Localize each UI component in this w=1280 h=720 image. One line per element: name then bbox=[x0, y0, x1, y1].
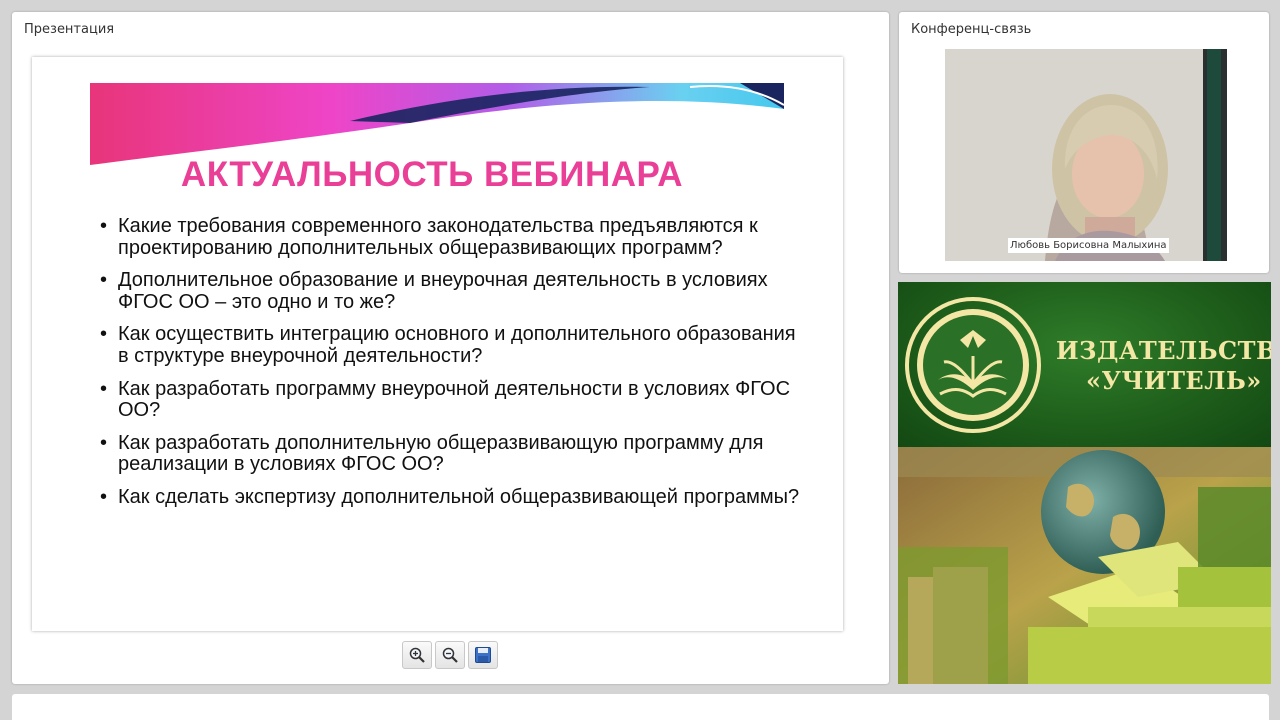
publisher-name-line-1: ИЗДАТЕЛЬСТВО bbox=[1056, 336, 1271, 365]
bullet-dot-icon: • bbox=[100, 485, 108, 508]
zoom-out-icon bbox=[442, 647, 458, 663]
presentation-panel-title: Презентация bbox=[24, 22, 115, 37]
presentation-toolbar bbox=[402, 641, 498, 671]
publisher-logo-icon bbox=[905, 297, 1041, 433]
slide-bullet: • Дополнительное образование и внеурочная… bbox=[100, 269, 800, 313]
publisher-banner-top: ИЗДАТЕЛЬСТВО «УЧИТЕЛЬ» bbox=[898, 282, 1271, 447]
bullet-dot-icon: • bbox=[100, 431, 108, 454]
publisher-banner: ИЗДАТЕЛЬСТВО «УЧИТЕЛЬ» bbox=[898, 282, 1271, 684]
slide-bullet-text: Какие требования современного законодате… bbox=[118, 215, 758, 259]
publisher-banner-image bbox=[898, 447, 1271, 684]
slide-bullet-text: Как разработать программу внеурочной дея… bbox=[118, 377, 791, 422]
save-icon bbox=[475, 647, 491, 663]
presentation-slide: АКТУАЛЬНОСТЬ ВЕБИНАРА • Какие требования … bbox=[32, 57, 843, 631]
conference-panel-title: Конференц-связь bbox=[911, 22, 1032, 37]
slide-banner-graphic bbox=[90, 83, 784, 165]
zoom-out-button[interactable] bbox=[435, 641, 465, 669]
bullet-dot-icon: • bbox=[100, 323, 108, 346]
participant-video-frame bbox=[945, 49, 1227, 261]
slide-bullet-text: Дополнительное образование и внеурочная … bbox=[118, 269, 768, 313]
slide-bullet: • Как сделать экспертизу дополнительной о… bbox=[100, 485, 800, 509]
participant-name-label: Любовь Борисовна Малыхина bbox=[1008, 238, 1169, 253]
publisher-name-line-2: «УЧИТЕЛЬ» bbox=[1086, 366, 1262, 395]
slide-title: АКТУАЛЬНОСТЬ ВЕБИНАРА bbox=[180, 155, 684, 194]
books-and-globe-illustration bbox=[898, 447, 1271, 684]
slide-bullet: • Какие требования современного законодат… bbox=[100, 215, 800, 259]
slide-bullet-text: Как осуществить интеграцию основного и д… bbox=[118, 323, 796, 367]
participant-video[interactable]: Любовь Борисовна Малыхина bbox=[945, 49, 1227, 261]
zoom-in-icon bbox=[409, 647, 425, 663]
conference-panel: Конференц-связь Любовь Борисовна Малыхин… bbox=[899, 12, 1269, 273]
slide-bullet-list: • Какие требования современного законодат… bbox=[100, 215, 800, 520]
zoom-in-button[interactable] bbox=[402, 641, 432, 669]
slide-bullet: • Как осуществить интеграцию основного и … bbox=[100, 324, 800, 367]
bullet-dot-icon: • bbox=[100, 269, 108, 292]
slide-bullet: • Как разработать программу внеурочной де… bbox=[100, 377, 800, 422]
presentation-panel: Презентация АКТУАЛЬНОСТЬ ВЕБИНАРА • Какие… bbox=[12, 12, 889, 684]
slide-bullet-text: Как разработать дополнительную общеразви… bbox=[118, 431, 764, 476]
bottom-panel bbox=[12, 694, 1269, 720]
save-button[interactable] bbox=[468, 641, 498, 669]
slide-bullet: • Как разработать дополнительную общеразв… bbox=[100, 431, 800, 476]
bullet-dot-icon: • bbox=[100, 377, 108, 400]
bullet-dot-icon: • bbox=[100, 215, 108, 237]
slide-bullet-text: Как сделать экспертизу дополнительной об… bbox=[118, 485, 800, 508]
